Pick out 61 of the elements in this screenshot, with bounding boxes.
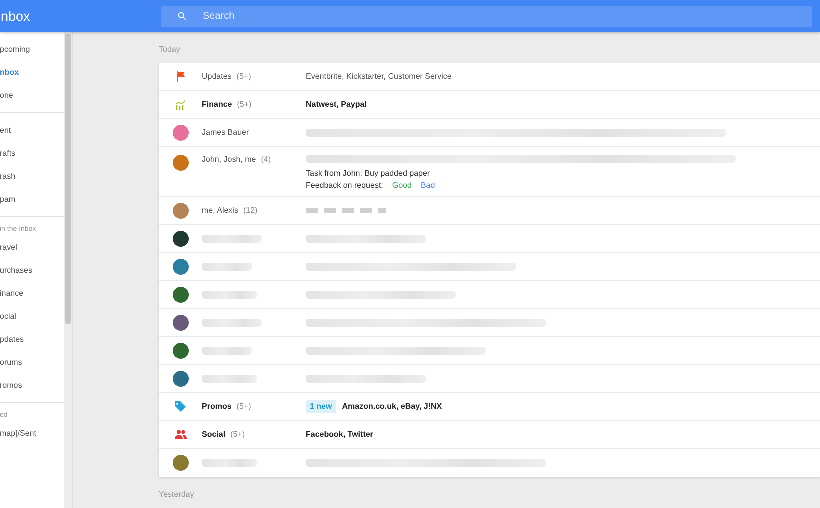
bundle-name: Updates — [202, 72, 232, 81]
sidebar-item[interactable]: pdates — [0, 328, 64, 351]
sidebar-item[interactable]: pam — [0, 188, 64, 211]
bundle-summary: Natwest, Paypal — [306, 100, 367, 109]
sidebar-item[interactable]: romos — [0, 374, 64, 397]
blurred-sender — [202, 262, 252, 270]
message-count: (12) — [243, 206, 258, 215]
message-row[interactable]: Social (5+) Facebook, Twitter — [159, 421, 820, 449]
message-row[interactable]: Updates (5+) Eventbrite, Kickstarter, Customer Service — [159, 63, 820, 91]
new-count-badge: 1 new — [306, 400, 336, 413]
search-icon — [177, 10, 188, 22]
sidebar-item[interactable]: ocial — [0, 305, 64, 328]
blurred-sender — [202, 374, 257, 382]
message-count: (5+) — [237, 100, 252, 109]
sidebar-item[interactable]: ravel — [0, 236, 64, 259]
sidebar-item[interactable]: rash — [0, 165, 64, 188]
blurred-sender — [202, 318, 262, 326]
message-count: (5+) — [236, 402, 252, 411]
section-heading: Today — [159, 44, 182, 56]
bundle-name: Promos — [202, 402, 232, 411]
message-row[interactable]: me, Alexis (12) — [159, 197, 820, 225]
sender-name: James Bauer — [202, 128, 250, 137]
sidebar-item[interactable]: orums — [0, 351, 64, 374]
blurred-sender — [202, 234, 262, 242]
sidebar-item[interactable]: map]/Sent — [0, 422, 64, 445]
message-row[interactable]: John, Josh, me (4) Task from John: Buy padded paper Feedback on request: Good Bad — [159, 147, 820, 197]
message-row[interactable]: Promos (5+) 1 new Amazon.co.uk, eBay, J!NX — [159, 393, 820, 421]
message-count: (5+) — [236, 72, 252, 81]
search-field[interactable]: Search — [161, 6, 812, 26]
message-row[interactable]: James Bauer — [159, 119, 820, 147]
section-heading: Yesterday — [159, 488, 196, 501]
sidebar-item[interactable]: urchases — [0, 259, 64, 282]
sender-name: me, Alexis — [202, 206, 238, 215]
bundle-summary: Eventbrite, Kickstarter, Customer Service — [306, 72, 452, 81]
bundle-summary: Amazon.co.uk, eBay, J!NX — [342, 402, 442, 411]
bundle-name: Social — [202, 430, 226, 439]
message-count: (5+) — [230, 430, 246, 439]
chart-icon — [175, 100, 186, 110]
scrollbar-thumb[interactable] — [65, 34, 71, 324]
blurred-sender — [202, 459, 257, 467]
scrollbar-track[interactable] — [64, 32, 73, 508]
sidebar-item[interactable]: nbox — [0, 61, 64, 84]
task-text: Task from John: Buy padded paper — [306, 169, 432, 178]
message-row[interactable]: Finance (5+) Natwest, Paypal — [159, 91, 820, 119]
blurred-sender — [202, 290, 257, 298]
tag-icon — [175, 401, 186, 412]
bad-link[interactable]: Bad — [420, 181, 436, 190]
sidebar-item[interactable]: one — [0, 84, 64, 107]
sender-name: John, Josh, me — [202, 155, 256, 164]
sidebar-item[interactable]: ent — [0, 119, 64, 142]
people-icon — [174, 430, 186, 439]
feedback-label: Feedback on request: — [306, 181, 384, 190]
blurred-sender — [202, 346, 252, 354]
sidebar-item[interactable]: pcoming — [0, 38, 64, 61]
app-title: nbox — [0, 8, 32, 24]
bundle-name: Finance — [202, 100, 232, 109]
message-count: (4) — [261, 155, 272, 164]
sidebar-item[interactable]: inance — [0, 282, 64, 305]
sidebar-item[interactable]: rafts — [0, 142, 64, 165]
flag-icon — [176, 71, 186, 82]
bundle-summary: Facebook, Twitter — [306, 430, 374, 439]
